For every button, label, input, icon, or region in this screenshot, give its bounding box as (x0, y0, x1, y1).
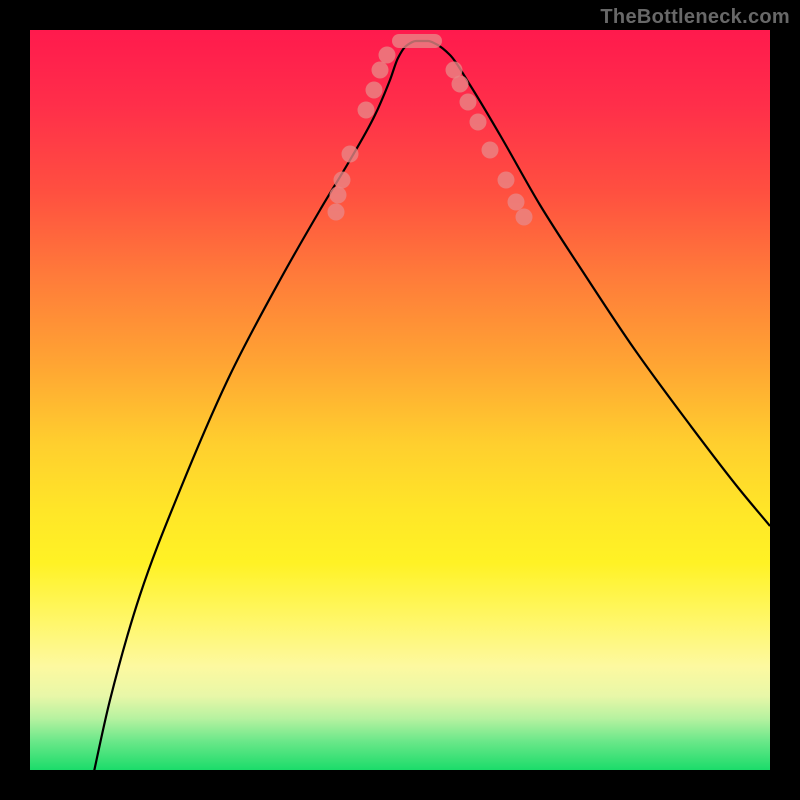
plot-area (30, 30, 770, 770)
curve-marker (330, 187, 347, 204)
curve-marker (516, 209, 533, 226)
curve-marker (372, 62, 389, 79)
curve-layer (30, 30, 770, 770)
curve-marker (379, 47, 396, 64)
curve-marker (358, 102, 375, 119)
watermark-text: TheBottleneck.com (600, 6, 790, 29)
curve-plateau-highlight (392, 34, 442, 48)
curve-marker (508, 194, 525, 211)
bottleneck-curve (90, 41, 770, 770)
curve-marker (328, 204, 345, 221)
curve-marker (452, 76, 469, 93)
chart-frame: TheBottleneck.com (0, 0, 800, 800)
curve-marker (460, 94, 477, 111)
curve-marker (482, 142, 499, 159)
curve-marker (342, 146, 359, 163)
curve-marker (366, 82, 383, 99)
curve-marker (470, 114, 487, 131)
curve-marker (334, 172, 351, 189)
curve-marker (498, 172, 515, 189)
